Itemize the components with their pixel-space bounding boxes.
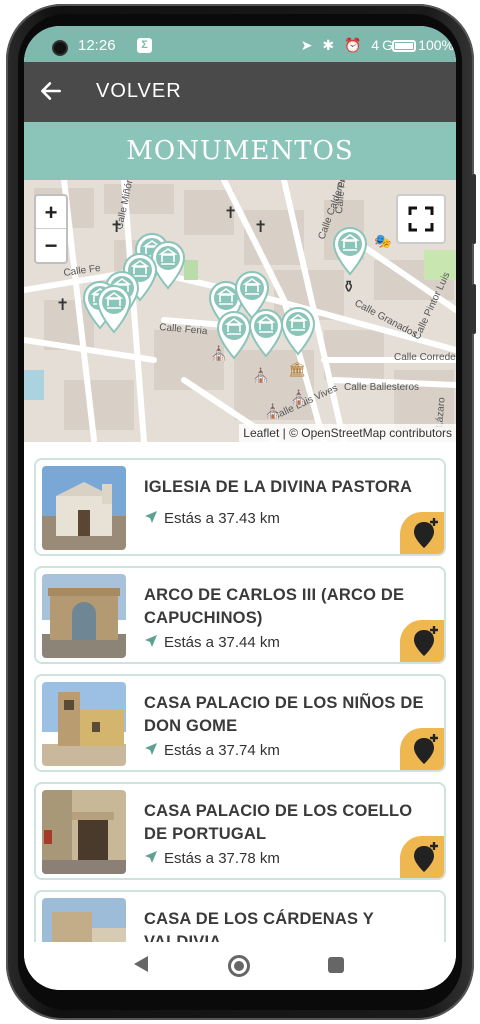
monument-title: IGLESIA DE LA DIVINA PASTORA bbox=[144, 478, 413, 496]
volume-button bbox=[472, 174, 476, 244]
nav-home-icon[interactable] bbox=[228, 955, 250, 977]
add-location-icon bbox=[414, 626, 438, 656]
add-favorite-button[interactable] bbox=[400, 512, 444, 554]
sigma-icon: Σ bbox=[137, 38, 152, 53]
screen: 12:26 Σ ➤ ✱ ⏰ 4G 100% VOLVER MONUMENTOS bbox=[24, 26, 456, 990]
navigation-arrow-icon bbox=[145, 511, 157, 523]
nav-recents-icon[interactable] bbox=[328, 957, 344, 973]
monument-thumbnail bbox=[42, 682, 126, 766]
monument-list[interactable]: IGLESIA DE LA DIVINA PASTORA Estás a 37.… bbox=[24, 442, 456, 942]
page-title: MONUMENTOS bbox=[126, 136, 354, 166]
svg-text:🎭: 🎭 bbox=[374, 234, 391, 250]
zoom-in-button[interactable]: + bbox=[36, 196, 66, 229]
power-button bbox=[472, 284, 476, 334]
svg-text:⛪: ⛪ bbox=[264, 402, 281, 420]
zoom-control: + − bbox=[34, 194, 68, 264]
monument-thumbnail bbox=[42, 466, 126, 550]
add-favorite-button[interactable] bbox=[400, 620, 444, 662]
back-button-label[interactable]: VOLVER bbox=[96, 80, 182, 103]
monument-title: ARCO DE CARLOS III (ARCO DE CAPUCHINOS) bbox=[144, 586, 405, 627]
monument-thumbnail bbox=[42, 790, 126, 874]
monument-card[interactable]: ARCO DE CARLOS III (ARCO DE CAPUCHINOS) … bbox=[34, 566, 446, 664]
map[interactable]: Calle Fe Calle Feria Calle Calderero Cal… bbox=[24, 180, 456, 442]
monument-distance: Estás a 37.78 km bbox=[144, 850, 280, 867]
zoom-out-button[interactable]: − bbox=[36, 229, 66, 262]
monument-card[interactable]: CASA PALACIO DE LOS COELLO DE PORTUGAL E… bbox=[34, 782, 446, 880]
monument-marker[interactable] bbox=[280, 306, 316, 356]
distance-text: Estás a 37.74 km bbox=[164, 742, 280, 759]
monument-marker[interactable] bbox=[248, 308, 284, 358]
svg-text:⛪: ⛪ bbox=[252, 366, 269, 384]
monument-title: CASA DE LOS CÁRDENAS Y VALDIVIA bbox=[144, 910, 374, 942]
monument-card[interactable]: IGLESIA DE LA DIVINA PASTORA Estás a 37.… bbox=[34, 458, 446, 556]
navigation-arrow-icon bbox=[145, 635, 157, 647]
distance-text: Estás a 37.78 km bbox=[164, 850, 280, 867]
status-time: 12:26 bbox=[78, 37, 116, 54]
distance-text: Estás a 37.43 km bbox=[164, 510, 280, 527]
battery-icon bbox=[392, 40, 416, 52]
street-label: Calle Ballesteros bbox=[344, 382, 419, 393]
monument-thumbnail bbox=[42, 898, 126, 942]
distance-text: Estás a 37.44 km bbox=[164, 634, 280, 651]
navigation-arrow-icon bbox=[145, 851, 157, 863]
add-favorite-button[interactable] bbox=[400, 728, 444, 770]
app-bar: VOLVER bbox=[24, 62, 456, 122]
svg-text:✝: ✝ bbox=[56, 295, 69, 314]
battery-level: 100% bbox=[418, 37, 454, 53]
monument-title: CASA PALACIO DE LOS COELLO DE PORTUGAL bbox=[144, 802, 413, 843]
monument-card[interactable]: CASA DE LOS CÁRDENAS Y VALDIVIA bbox=[34, 890, 446, 942]
monument-distance: Estás a 37.43 km bbox=[144, 510, 280, 527]
system-nav-bar bbox=[24, 942, 456, 990]
svg-text:⛪: ⛪ bbox=[290, 388, 307, 406]
monument-marker[interactable] bbox=[96, 284, 132, 334]
status-icons: ➤ ✱ ⏰ 4G bbox=[300, 37, 396, 53]
add-location-icon bbox=[414, 734, 438, 764]
add-location-icon bbox=[414, 518, 438, 548]
add-location-icon bbox=[414, 842, 438, 872]
svg-text:✝: ✝ bbox=[110, 217, 123, 236]
monument-marker[interactable] bbox=[216, 310, 252, 360]
svg-text:⚱: ⚱ bbox=[342, 277, 355, 296]
navigation-arrow-icon bbox=[145, 743, 157, 755]
monument-thumbnail bbox=[42, 574, 126, 658]
add-favorite-button[interactable] bbox=[400, 836, 444, 878]
fullscreen-icon bbox=[408, 206, 434, 232]
monument-card[interactable]: CASA PALACIO DE LOS NIÑOS DE DON GOME Es… bbox=[34, 674, 446, 772]
front-camera bbox=[52, 40, 68, 56]
fullscreen-button[interactable] bbox=[396, 194, 446, 244]
nav-back-icon[interactable] bbox=[134, 956, 148, 972]
section-header: MONUMENTOS bbox=[24, 122, 456, 180]
street-label: Calle Corredera bbox=[394, 352, 456, 363]
monument-title: CASA PALACIO DE LOS NIÑOS DE DON GOME bbox=[144, 694, 424, 735]
monument-distance: Estás a 37.44 km bbox=[144, 634, 280, 651]
back-arrow-icon[interactable] bbox=[38, 78, 64, 104]
status-bar: 12:26 Σ ➤ ✱ ⏰ 4G 100% bbox=[24, 26, 456, 62]
map-attribution[interactable]: Leaflet | © OpenStreetMap contributors bbox=[239, 424, 456, 442]
monument-distance: Estás a 37.74 km bbox=[144, 742, 280, 759]
svg-text:✝: ✝ bbox=[254, 217, 267, 236]
svg-text:🏛: 🏛 bbox=[288, 361, 306, 378]
svg-text:✝: ✝ bbox=[224, 203, 237, 222]
monument-marker[interactable] bbox=[332, 226, 368, 276]
